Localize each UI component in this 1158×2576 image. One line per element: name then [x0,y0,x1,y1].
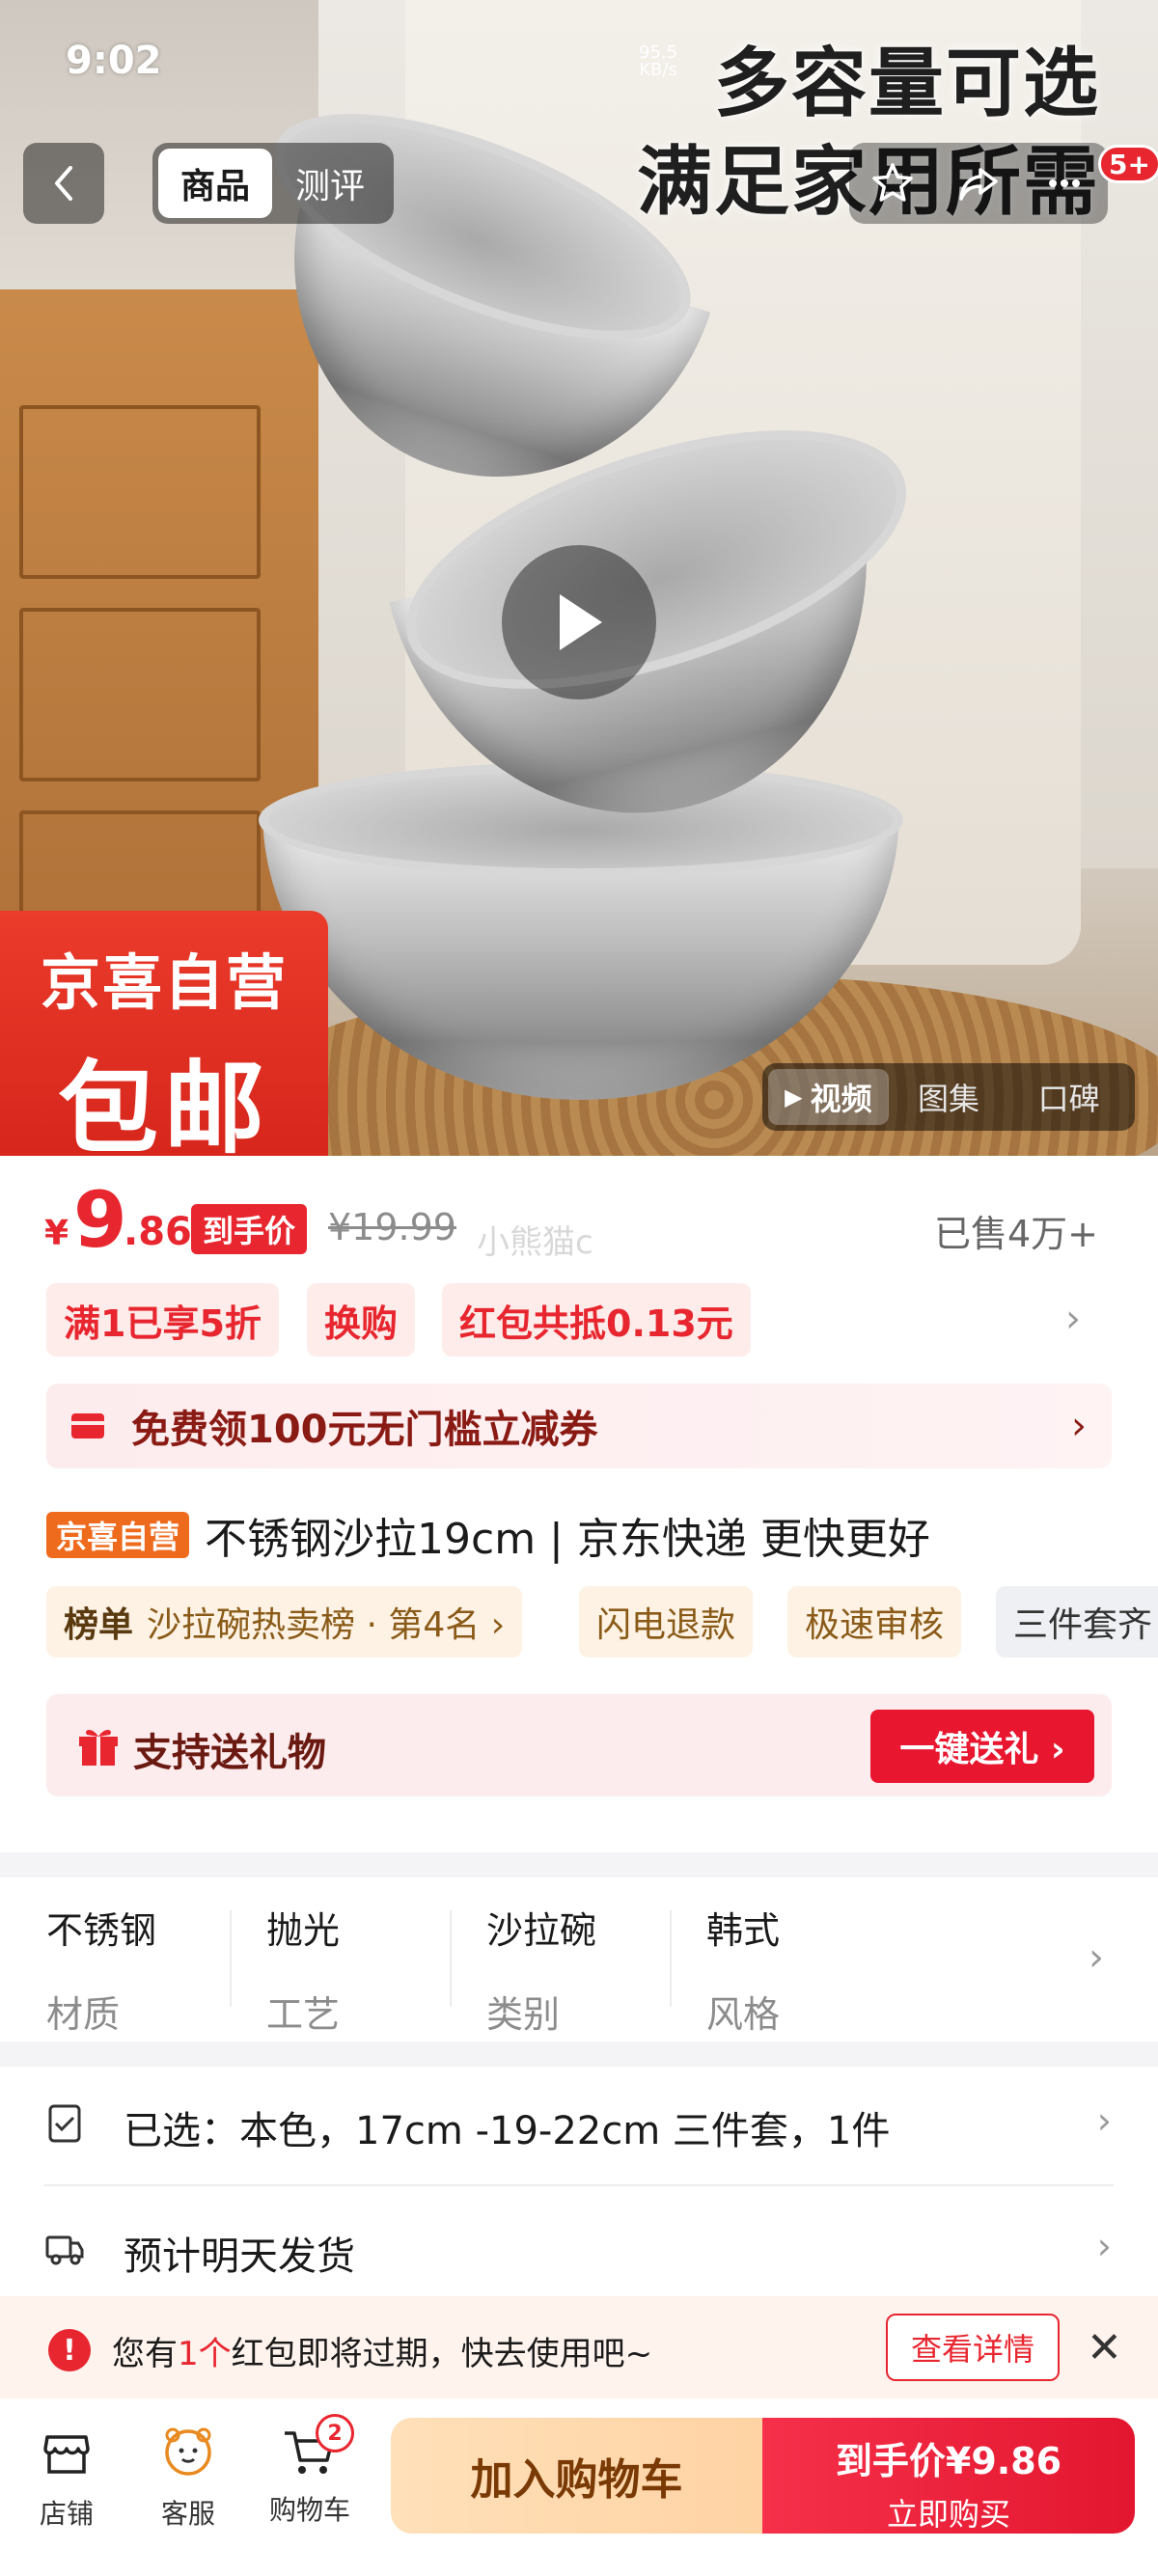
alert-clock-icon: ! [48,2329,91,2371]
gift-icon [79,1730,118,1766]
ranking-chip[interactable]: 榜单 沙拉碗热卖榜 · 第4名 › [46,1586,523,1658]
product-title-row: 京喜自营 不锈钢沙拉19cm | 京东快递 更快更好 [46,1501,1146,1569]
media-tab-video[interactable]: ▶ 视频 [768,1069,889,1125]
attr-style: 韩式 风格 [706,1909,781,2036]
product-detail-page: 9:02 95.5KB/s % 多容量可选 满足家用所需 商品 测评 5+ 京 [0,0,1158,2576]
chip-fast-refund[interactable]: 闪电退款 [579,1586,754,1658]
sold-count: 已售4万+ [933,1213,1098,1255]
promo-tag-exchange[interactable]: 换购 [307,1283,416,1357]
tab-review[interactable]: 测评 [272,158,388,208]
gift-text: 支持送礼物 [133,1731,326,1775]
back-button[interactable] [23,143,104,224]
promo-tag-redpacket[interactable]: 红包共抵0.13元 [442,1283,751,1357]
promo-tag-discount[interactable]: 满1已享5折 [46,1283,279,1357]
section-divider [0,1852,1158,1877]
cart-count-badge: 2 [316,2414,354,2453]
price-currency: ¥ [44,1214,69,1253]
bottom-action-bar: 店铺 客服 2 购物车 加入购物车 到手价¥9.86 立即购买 [0,2398,1158,2576]
attr-category: 沙拉碗 类别 [486,1909,597,2036]
jingxi-free-shipping-badge: 京喜自营 包邮 [0,911,328,1156]
chevron-left-icon [55,166,72,201]
tab-product[interactable]: 商品 [158,149,272,218]
chevron-right-icon: › [1096,2225,1112,2267]
view-details-button[interactable]: 查看详情 [886,2314,1060,2381]
chevron-right-icon: › [1096,2099,1112,2142]
notice-text: 您有1个红包即将过期，快去使用吧~ [112,2335,653,2373]
price-row: ¥ 9 .86 到手价 ¥19.99 小熊猫c 已售4万+ [0,1175,1158,1281]
product-hero-media[interactable]: 9:02 95.5KB/s % 多容量可选 满足家用所需 商品 测评 5+ 京 [0,0,1158,1156]
coupon-card-icon [71,1413,104,1439]
coupon-banner[interactable]: 免费领100元无门槛立减券 › [46,1384,1112,1468]
promo-row[interactable]: 满1已享5折 换购 红包共抵0.13元 › [0,1283,1158,1360]
selected-spec-row[interactable]: 已选：本色，17cm -19-22cm 三件套，1件 › [0,2061,1158,2184]
shipping-row[interactable]: 预计明天发货 › [0,2186,1158,2310]
attr-material: 不锈钢 材质 [46,1909,157,2036]
status-time: 9:02 [66,39,162,83]
price-integer: 9 [73,1175,127,1265]
attributes-row[interactable]: 不锈钢 材质 抛光 工艺 沙拉碗 类别 韩式 风格 › [0,1877,1158,2042]
media-tabs: ▶ 视频 图集 口碑 [762,1063,1135,1131]
buy-now-button[interactable]: 到手价¥9.86 立即购买 [762,2418,1135,2534]
chat-bear-icon [165,2427,211,2476]
video-play-button[interactable] [502,545,656,699]
top-tab-switcher: 商品 测评 [152,143,394,224]
chevron-right-icon: › [1071,1404,1087,1448]
notification-badge: 5+ [1098,145,1158,183]
chevron-right-icon: › [1065,1297,1081,1341]
share-icon[interactable] [955,160,1002,206]
store-icon [43,2435,90,2474]
add-to-cart-button[interactable]: 加入购物车 [391,2418,762,2534]
final-price-tag: 到手价 [191,1204,308,1254]
checklist-icon [48,2104,81,2143]
close-icon[interactable]: ✕ [1087,2323,1122,2372]
play-icon [560,594,602,650]
customer-service-button[interactable]: 客服 [135,2424,241,2532]
send-gift-button[interactable]: 一键送礼 › [870,1710,1094,1783]
chip-three-piece[interactable]: 三件套齐 [996,1586,1158,1658]
star-icon[interactable] [869,160,916,206]
red-packet-notice: ! 您有1个红包即将过期，快去使用吧~ 查看详情 ✕ [0,2296,1158,2398]
selected-spec-text: 已选：本色，17cm -19-22cm 三件套，1件 [124,2109,891,2153]
cart-button[interactable]: 2 购物车 [257,2414,363,2528]
original-price: ¥19.99 [328,1206,456,1248]
chip-fast-review[interactable]: 极速审核 [787,1586,962,1658]
more-icon[interactable] [1041,160,1088,206]
chevron-right-icon: › [1089,1935,1104,1980]
store-button[interactable]: 店铺 [14,2424,120,2532]
product-title: 不锈钢沙拉19cm | 京东快递 更快更好 [205,1515,930,1564]
truck-icon [45,2235,84,2265]
watermark-text: 小熊猫c [477,1223,593,1262]
coupon-text: 免费领100元无门槛立减券 [131,1408,598,1452]
feature-chips: 榜单 沙拉碗热卖榜 · 第4名 › 闪电退款 极速审核 三件套齐 [46,1586,1158,1658]
attr-craft: 抛光 工艺 [266,1909,341,2036]
price-decimal: .86 [124,1210,192,1254]
top-actions [849,143,1108,224]
shipping-text: 预计明天发货 [124,2234,355,2279]
media-tab-gallery[interactable]: 图集 [889,1069,1009,1125]
store-tag: 京喜自营 [46,1512,190,1558]
gift-banner: 支持送礼物 一键送礼 › [46,1694,1112,1796]
media-tab-reviews[interactable]: 口碑 [1008,1069,1129,1125]
